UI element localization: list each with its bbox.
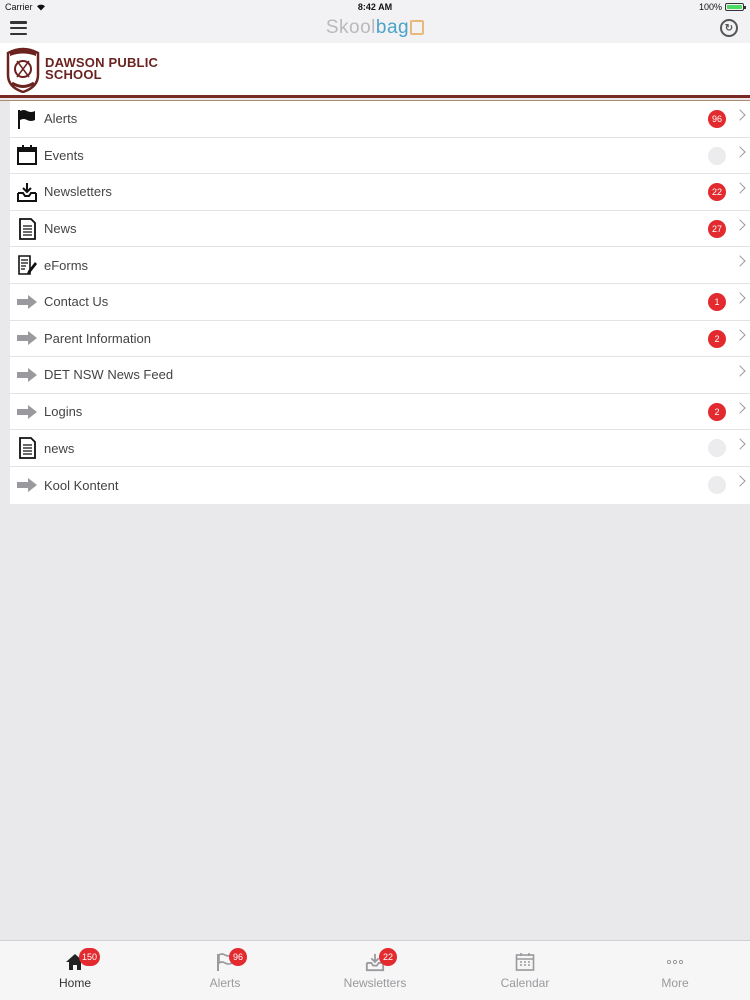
school-crest-icon [6, 47, 40, 93]
menu-item-contact-us[interactable]: Contact Us 1 [10, 283, 750, 321]
battery-info: 100% [698, 2, 746, 12]
menu-item-label: Logins [44, 404, 83, 420]
menu-item-label: eForms [44, 257, 89, 273]
document-icon [19, 217, 36, 240]
badge-empty [708, 475, 726, 494]
tab-label: Newsletters [343, 976, 407, 990]
menu-item-label: News [44, 221, 77, 237]
menu-item-label: Parent Information [44, 330, 151, 346]
document-icon [19, 437, 36, 460]
calendar-icon [17, 145, 37, 166]
tab-calendar[interactable]: Calendar [450, 941, 600, 1000]
arrow-right-icon [17, 478, 37, 493]
calendar-icon [515, 953, 535, 971]
menu-item-newsletters[interactable]: Newsletters 22 [10, 174, 750, 211]
menu-item-label: Events [44, 147, 84, 163]
arrow-right-icon [17, 404, 37, 419]
app-header: Skoolbag ↻ [0, 15, 750, 43]
tab-bar: 150 Home 96 Alerts 22 Newsletters Calend… [0, 940, 750, 1000]
tab-badge: 150 [79, 948, 101, 966]
logo-text-skool: Skool [325, 17, 376, 38]
badge-count: 96 [708, 110, 726, 128]
menu-item-news[interactable]: News 27 [10, 210, 750, 248]
tab-more[interactable]: More [600, 941, 750, 1000]
menu-item-label: Alerts [44, 111, 78, 127]
tab-label: More [661, 976, 689, 990]
menu-item-eforms[interactable]: eForms [10, 247, 750, 284]
status-time: 8:42 AM [357, 2, 393, 12]
menu-item-news-lowercase[interactable]: news [10, 430, 750, 467]
school-name-line2: SCHOOL [45, 67, 102, 82]
tab-alerts[interactable]: 96 Alerts [150, 941, 300, 1000]
arrow-right-icon [17, 331, 37, 346]
menu-item-alerts[interactable]: Alerts 96 [10, 101, 750, 138]
badge-count: 2 [708, 329, 726, 348]
refresh-icon[interactable]: ↻ [720, 19, 738, 37]
menu-list: Alerts 96 Events Newsletters 22 News 27 … [10, 101, 750, 504]
status-bar: Carrier 8:42 AM 100% [0, 0, 750, 15]
tab-badge: 22 [379, 948, 397, 966]
arrow-right-icon [17, 367, 37, 382]
battery-percent: 100% [698, 2, 722, 12]
tab-label: Home [58, 976, 91, 990]
badge-count: 27 [708, 219, 726, 238]
badge-empty [708, 146, 726, 165]
form-edit-icon [18, 255, 37, 275]
badge-count: 1 [708, 292, 726, 311]
tab-label: Alerts [209, 976, 241, 990]
school-name: DAWSON PUBLIC SCHOOL [45, 56, 158, 82]
logo-text-bag: bag [375, 17, 410, 38]
inbox-download-icon [17, 182, 37, 202]
menu-item-det-nsw-news-feed[interactable]: DET NSW News Feed [10, 357, 750, 394]
badge-count: 2 [708, 402, 726, 421]
tab-home[interactable]: 150 Home [0, 941, 150, 1000]
menu-item-label: Contact Us [44, 294, 109, 310]
menu-item-label: news [44, 440, 75, 456]
tab-badge: 96 [229, 948, 247, 966]
menu-item-events[interactable]: Events [10, 137, 750, 175]
menu-item-label: Kool Kontent [44, 477, 119, 493]
battery-icon [725, 3, 746, 11]
menu-item-kool-kontent[interactable]: Kool Kontent [10, 466, 750, 504]
school-banner: DAWSON PUBLIC SCHOOL [0, 43, 750, 101]
menu-item-label: DET NSW News Feed [44, 367, 174, 383]
menu-item-logins[interactable]: Logins 2 [10, 393, 750, 431]
skoolbag-logo: Skoolbag [0, 17, 750, 39]
flag-icon [18, 109, 35, 129]
menu-item-parent-information[interactable]: Parent Information 2 [10, 320, 750, 358]
arrow-right-icon [17, 294, 37, 309]
menu-item-label: Newsletters [44, 184, 112, 200]
more-dots-icon [666, 959, 684, 965]
tab-newsletters[interactable]: 22 Newsletters [300, 941, 450, 1000]
tab-label: Calendar [500, 976, 550, 990]
book-icon [410, 20, 425, 35]
